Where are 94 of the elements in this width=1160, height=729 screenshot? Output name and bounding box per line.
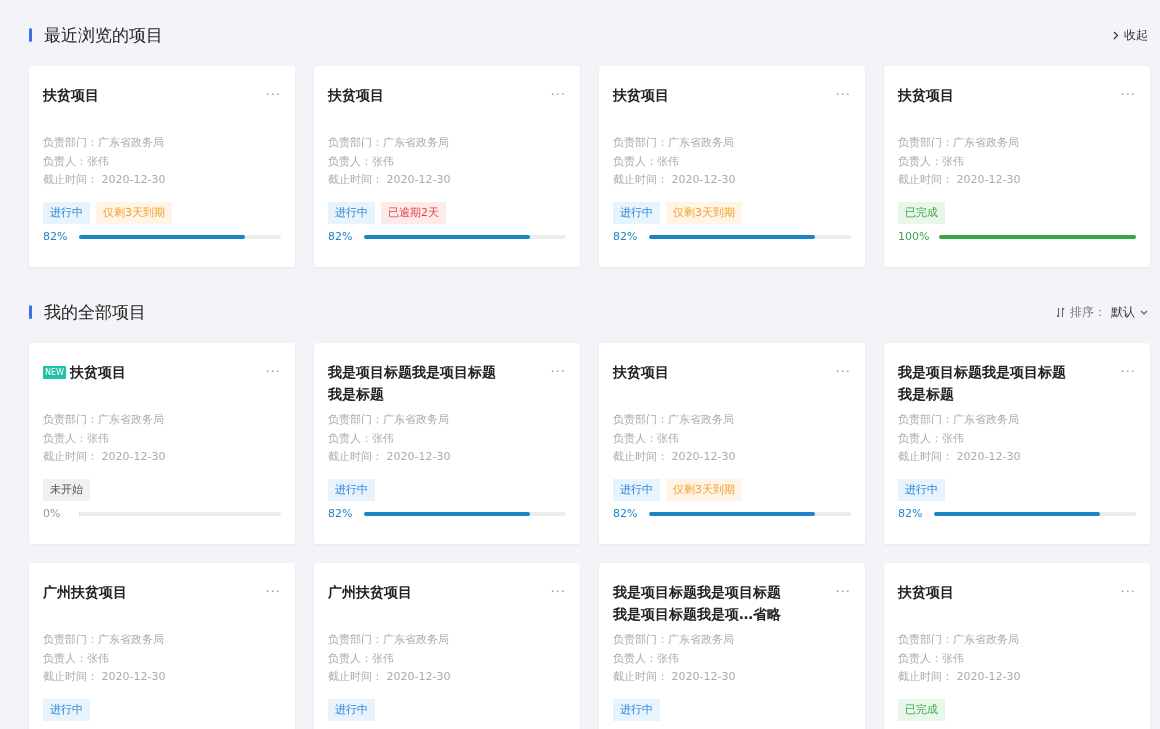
project-title: 扶贫项目 [328,86,384,105]
info-text: 负责部门：广东省政务局 [43,632,165,648]
info-text: 负责人：张伟 [43,153,110,170]
info-text: 负责人：张伟 [613,153,680,170]
info-text: 负责人：张伟 [613,430,680,447]
project-card[interactable]: 扶贫项目 ··· 负责部门：广东省政务局 负责人：张伟 截止时间： 2020-12-30 进行中 仅剩3天到期 82% [599,66,865,267]
project-card[interactable]: 广州扶贫项目 ··· 负责部门：广东省政务局 负责人：张伟 截止时间： 2020-12-30 进行中 [314,563,580,729]
progress-percent: 82% [328,506,354,521]
status-tag: 进行中 [613,478,660,501]
project-card[interactable]: 扶贫项目 ··· 负责部门：广东省政务局 负责人：张伟 截止时间： 2020-12-30 进行中 仅剩3天到期 82% [29,66,295,267]
info-text: 截止时间： 2020-12-30 [898,449,1022,465]
project-title: NEW 扶贫项目 [43,363,126,382]
project-card[interactable]: 我是项目标题我是项目标题我是项目标题我是项…省略 ··· 负责部门：广东省政务局 负责人：张伟 截止时间： 2020-12-30 进行中 [599,563,865,729]
project-title: 我是项目标题我是项目标题我是项目标题我是项…省略 [613,583,782,624]
info-text: 负责部门：广东省政务局 [898,632,1020,648]
info-text: 截止时间： 2020-12-30 [613,172,737,188]
status-tag: 未开始 [43,478,90,501]
info-text: 负责部门：广东省政务局 [328,412,450,428]
status-tag: 仅剩3天到期 [666,201,742,224]
status-tag: 进行中 [328,478,375,501]
project-title: 扶贫项目 [898,583,954,602]
info-text: 负责部门：广东省政务局 [43,135,165,151]
project-title: 扶贫项目 [43,86,99,105]
project-title: 扶贫项目 [613,363,669,382]
new-badge: NEW [43,366,66,379]
status-tag: 进行中 [898,478,945,501]
section-title: 我的全部项目 [44,300,147,324]
info-text: 截止时间： 2020-12-30 [613,449,737,465]
info-text: 截止时间： 2020-12-30 [613,669,737,685]
info-text: 负责人：张伟 [328,430,395,447]
project-card[interactable]: 我是项目标题我是项目标题我是标题 ··· 负责部门：广东省政务局 负责人：张伟 截止时间： 2020-12-30 进行中 82% [884,343,1150,544]
status-tag: 已完成 [898,698,945,721]
info-text: 截止时间： 2020-12-30 [328,172,452,188]
info-text: 截止时间： 2020-12-30 [43,449,167,465]
project-card[interactable]: 我是项目标题我是项目标题我是标题 ··· 负责部门：广东省政务局 负责人：张伟 截止时间： 2020-12-30 进行中 82% [314,343,580,544]
info-text: 负责人：张伟 [613,650,680,667]
info-text: 负责人：张伟 [328,650,395,667]
status-tag: 已完成 [898,201,945,224]
chevron-right-icon [1113,30,1119,40]
status-tag: 进行中 [43,698,90,721]
project-title: 扶贫项目 [898,86,954,105]
info-text: 截止时间： 2020-12-30 [898,172,1022,188]
status-tag: 仅剩3天到期 [96,201,172,224]
project-card[interactable]: 扶贫项目 ··· 负责部门：广东省政务局 负责人：张伟 截止时间： 2020-12-30 已完成 100% [884,66,1150,267]
status-tag: 已逾期2天 [381,201,446,224]
project-card[interactable]: 扶贫项目 ··· 负责部门：广东省政务局 负责人：张伟 截止时间： 2020-12-30 已完成 [884,563,1150,729]
project-title: 我是项目标题我是项目标题我是标题 [328,363,497,404]
info-text: 负责部门：广东省政务局 [613,632,735,648]
progress-percent: 82% [613,506,639,521]
project-title: 广州扶贫项目 [43,583,127,602]
progress-percent: 82% [613,229,639,244]
info-text: 负责人：张伟 [898,650,965,667]
info-text: 截止时间： 2020-12-30 [898,669,1022,685]
info-text: 负责部门：广东省政务局 [613,135,735,151]
info-text: 负责部门：广东省政务局 [328,632,450,648]
section-marker [29,28,32,42]
chevron-down-icon [1140,309,1148,315]
project-title: 我是项目标题我是项目标题我是标题 [898,363,1067,404]
project-title: 扶贫项目 [613,86,669,105]
info-text: 负责人：张伟 [43,650,110,667]
info-text: 负责人：张伟 [328,153,395,170]
sort-icon [1056,306,1065,318]
info-text: 截止时间： 2020-12-30 [328,449,452,465]
section-title: 最近浏览的项目 [44,23,164,47]
progress-percent: 82% [898,506,924,521]
section-marker [29,305,32,319]
info-text: 负责部门：广东省政务局 [43,412,165,428]
progress-percent: 100% [898,229,930,244]
info-text: 负责人：张伟 [898,430,965,447]
status-tag: 进行中 [328,698,375,721]
info-text: 负责部门：广东省政务局 [898,135,1020,151]
info-text: 截止时间： 2020-12-30 [328,669,452,685]
info-text: 负责部门：广东省政务局 [613,412,735,428]
info-text: 负责人：张伟 [43,430,110,447]
project-card[interactable]: NEW 扶贫项目 ··· 负责部门：广东省政务局 负责人：张伟 截止时间： 2020-12-30 未开始 0% [29,343,295,544]
project-card[interactable]: 广州扶贫项目 ··· 负责部门：广东省政务局 负责人：张伟 截止时间： 2020-12-30 进行中 [29,563,295,729]
status-tag: 进行中 [613,201,660,224]
progress-percent: 82% [43,229,69,244]
status-tag: 仅剩3天到期 [666,478,742,501]
info-text: 负责人：张伟 [898,153,965,170]
progress-percent: 82% [328,229,354,244]
collapse-button[interactable]: 收起 [1113,26,1148,44]
project-card[interactable]: 扶贫项目 ··· 负责部门：广东省政务局 负责人：张伟 截止时间： 2020-12-30 进行中 仅剩3天到期 82% [599,343,865,544]
status-tag: 进行中 [43,201,90,224]
info-text: 截止时间： 2020-12-30 [43,669,167,685]
progress-percent: 0% [43,506,62,521]
project-card[interactable]: 扶贫项目 ··· 负责部门：广东省政务局 负责人：张伟 截止时间： 2020-12-30 进行中 已逾期2天 82% [314,66,580,267]
info-text: 负责部门：广东省政务局 [898,412,1020,428]
info-text: 负责部门：广东省政务局 [328,135,450,151]
status-tag: 进行中 [613,698,660,721]
project-title: 广州扶贫项目 [328,583,412,602]
status-tag: 进行中 [328,201,375,224]
sort-button[interactable]: 排序： 默认 [1056,303,1148,321]
info-text: 截止时间： 2020-12-30 [43,172,167,188]
